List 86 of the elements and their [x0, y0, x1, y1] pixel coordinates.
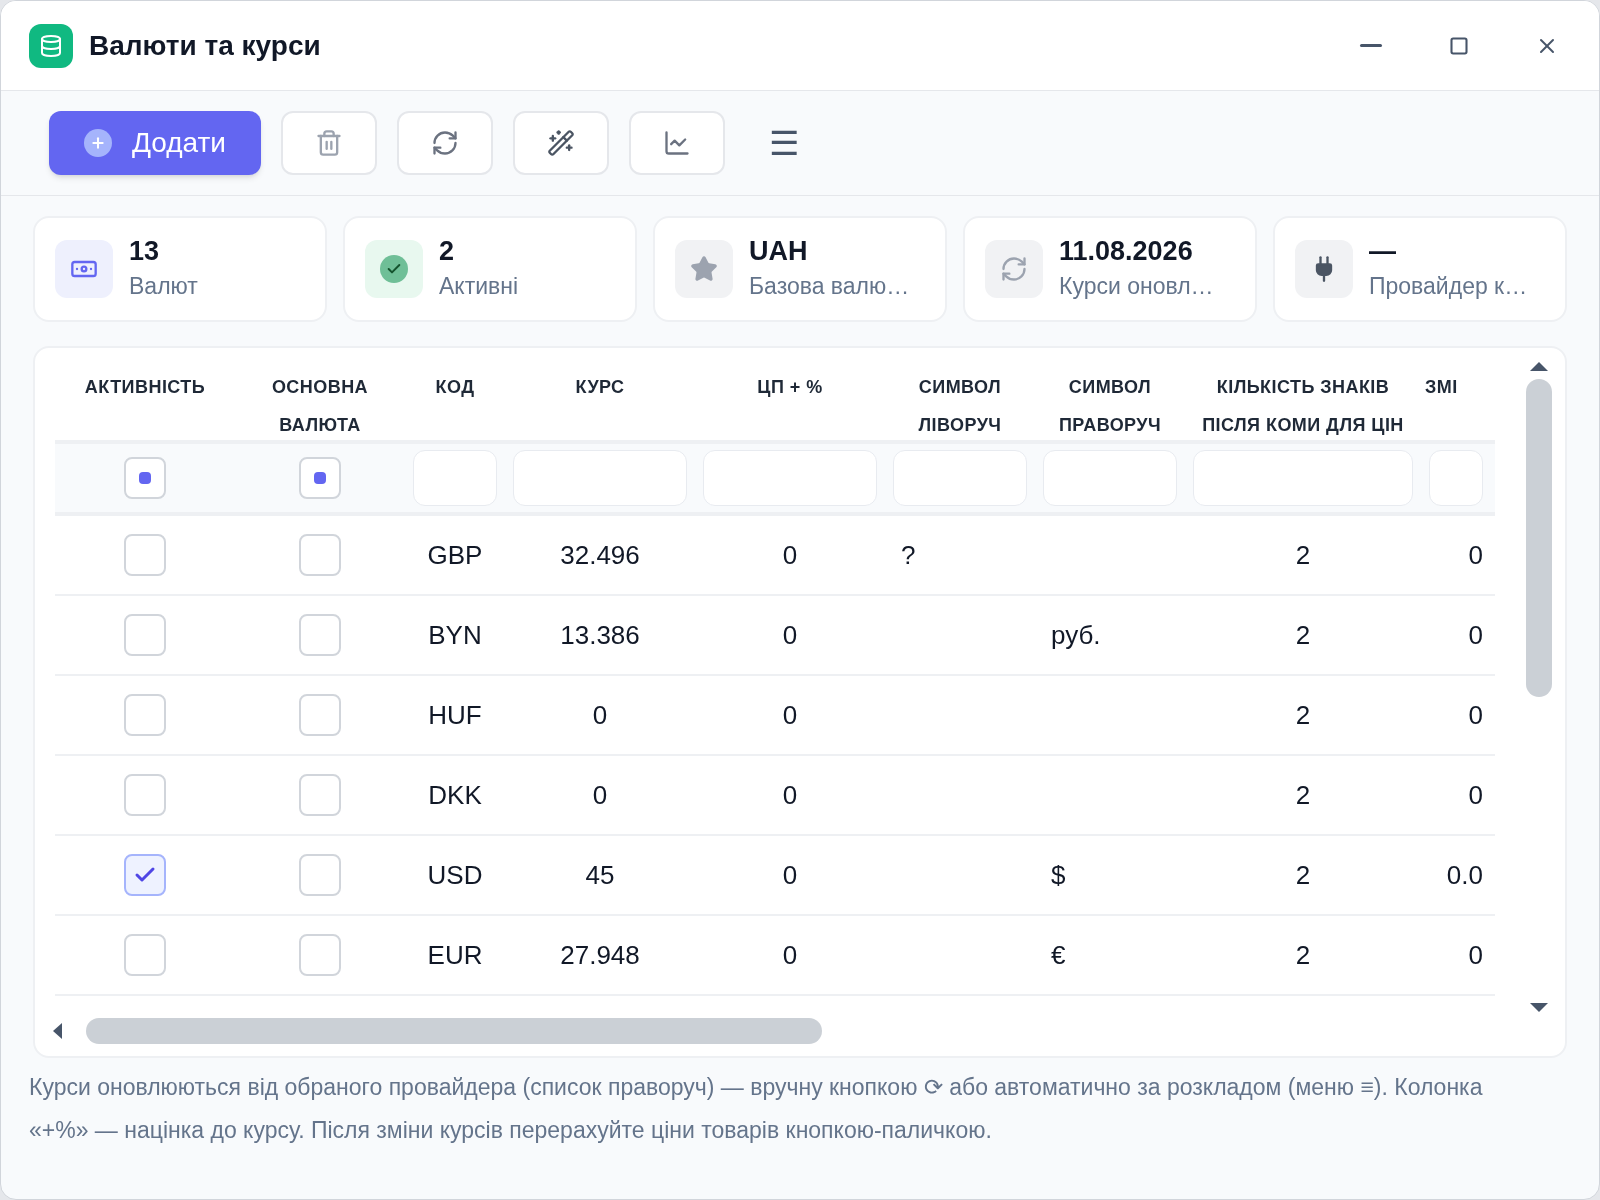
table-cell-text: HUF — [428, 698, 482, 732]
column-header: КУРС — [575, 376, 625, 399]
table-cell-text: 2 — [1295, 778, 1311, 812]
table-cell-text: 0 — [782, 938, 798, 972]
minimize-icon — [1360, 44, 1382, 47]
table-cell-text: 27.948 — [560, 938, 640, 972]
trash-icon — [315, 129, 343, 157]
maximize-icon — [1449, 35, 1469, 56]
checkbox[interactable] — [299, 614, 341, 656]
table-cell-text: EUR — [427, 938, 483, 972]
table-cell-text: 13.386 — [560, 618, 640, 652]
refresh-icon — [1000, 255, 1028, 283]
stat-value: 2 — [439, 234, 456, 268]
column-header: СИМВОЛ ЛІВОРУЧ — [917, 376, 1003, 437]
table-cell-text: 2 — [1295, 538, 1311, 572]
table-cell-text: 0 — [1468, 938, 1483, 972]
table-cell-text: USD — [427, 858, 483, 892]
help-text: Курси оновлюються від обраного провайдера (список праворуч) — вручну кнопкою ⟳ або автоматично за розкладом (меню ≡). Колонка «+%» — націнка до курсу. Після зміни курсів перерахуйте ціни товарів кнопкою-паличкою. — [29, 1073, 1484, 1145]
checkbox[interactable] — [299, 534, 341, 576]
plus-icon — [84, 129, 112, 157]
refresh-icon — [431, 129, 459, 157]
stat-label: Базова валю… — [749, 271, 910, 301]
table-cell-text: GBP — [427, 538, 483, 572]
column-header: ОСНОВНА ВАЛЮТА — [270, 376, 370, 437]
table-cell-text: 0 — [782, 778, 798, 812]
table-cell-text: ? — [901, 538, 916, 572]
table-cell-text: 2 — [1295, 938, 1311, 972]
star-icon — [690, 255, 718, 283]
table-cell-text: 0 — [782, 538, 798, 572]
stat-label: Курси оновл… — [1059, 271, 1214, 301]
checkbox[interactable] — [299, 774, 341, 816]
vertical-scrollbar[interactable] — [1525, 362, 1553, 1012]
checkbox[interactable] — [124, 774, 166, 816]
stat-value: UAH — [749, 234, 809, 268]
column-header: ЦП + % — [757, 376, 823, 399]
table-cell-text: руб. — [1051, 618, 1101, 652]
filter-checkbox[interactable] — [124, 457, 166, 499]
stat-value: 13 — [129, 234, 161, 268]
table-cell-text: 2 — [1295, 858, 1311, 892]
column-header: ЗМІ — [1425, 376, 1458, 399]
stat-value: 11.08.2026 — [1059, 234, 1194, 268]
table-cell-text: DKK — [428, 778, 482, 812]
table-cell-text: 0 — [1468, 618, 1483, 652]
column-header: КІЛЬКІСТЬ ЗНАКІВ ПІСЛЯ КОМИ ДЛЯ ЦІН — [1201, 376, 1405, 437]
line-chart-icon — [663, 129, 691, 157]
window-title: Валюти та курси — [89, 28, 321, 63]
add-button[interactable]: Додати — [49, 111, 261, 175]
table-cell-text: 0 — [782, 858, 798, 892]
chart-button[interactable] — [629, 111, 725, 175]
table-cell-text: 2 — [1295, 618, 1311, 652]
checkbox[interactable] — [299, 934, 341, 976]
stat-value: — — [1369, 234, 1397, 268]
table-cell-text: 32.496 — [560, 538, 640, 572]
table-cell-text: 0 — [1468, 778, 1483, 812]
column-header: АКТИВНІСТЬ — [84, 376, 206, 399]
table-cell-text: 0 — [592, 698, 608, 732]
checkbox[interactable] — [124, 934, 166, 976]
stat-label: Провайдер к… — [1369, 271, 1528, 301]
checkbox[interactable] — [124, 854, 166, 896]
stat-label: Активні — [439, 271, 519, 301]
column-header: КОД — [435, 376, 475, 399]
table-cell-text: 0.0 — [1446, 858, 1483, 892]
filter-checkbox[interactable] — [299, 457, 341, 499]
table-cell-text: 2 — [1295, 698, 1311, 732]
checkbox[interactable] — [124, 534, 166, 576]
table-cell-text: 0 — [592, 778, 608, 812]
column-header: СИМВОЛ ПРАВОРУЧ — [1057, 376, 1163, 437]
table-cell-text: 0 — [782, 618, 798, 652]
checkbox[interactable] — [299, 854, 341, 896]
magic-wand-icon — [547, 129, 575, 157]
refresh-button[interactable] — [397, 111, 493, 175]
checkbox[interactable] — [299, 694, 341, 736]
app-logo-icon — [29, 23, 73, 68]
table-cell-text: BYN — [428, 618, 482, 652]
table-cell-text: 0 — [782, 698, 798, 732]
table-cell-text: 0 — [1468, 698, 1483, 732]
menu-button[interactable]: ☰ — [769, 126, 799, 160]
table-cell-text: $ — [1051, 858, 1066, 892]
stat-label: Валют — [129, 271, 198, 301]
checkbox[interactable] — [124, 614, 166, 656]
magic-wand-button[interactable] — [513, 111, 609, 175]
table-cell-text: 0 — [1468, 538, 1483, 572]
table-cell-text: 45 — [585, 858, 615, 892]
table-cell-text: € — [1051, 938, 1066, 972]
delete-button[interactable] — [281, 111, 377, 175]
checkbox[interactable] — [124, 694, 166, 736]
